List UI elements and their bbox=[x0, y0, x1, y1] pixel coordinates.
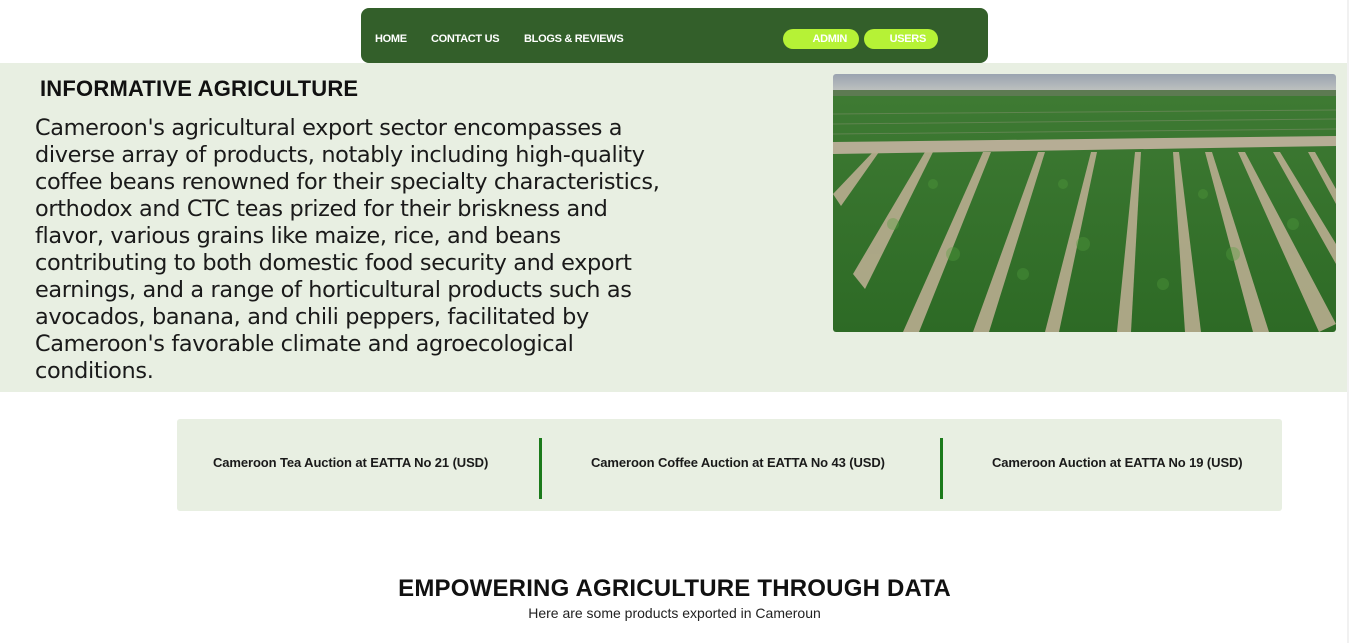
auction-panel: Cameroon Tea Auction at EATTA No 21 (USD… bbox=[177, 419, 1282, 511]
section-subtitle: Here are some products exported in Camer… bbox=[528, 605, 821, 621]
nav-contact-link[interactable]: CONTACT US bbox=[431, 33, 500, 45]
top-navbar: HOME CONTACT US BLOGS & REVIEWS ADMIN US… bbox=[361, 8, 988, 63]
tea-auction-link[interactable]: Cameroon Tea Auction at EATTA No 21 (USD… bbox=[213, 455, 488, 470]
coffee-auction-link[interactable]: Cameroon Coffee Auction at EATTA No 43 (… bbox=[591, 455, 885, 470]
hero-title: INFORMATIVE AGRICULTURE bbox=[40, 76, 359, 101]
section-title: EMPOWERING AGRICULTURE THROUGH DATA bbox=[398, 575, 951, 602]
nav-blogs-link[interactable]: BLOGS & REVIEWS bbox=[524, 33, 624, 45]
auction-divider bbox=[940, 438, 943, 499]
users-button[interactable]: USERS bbox=[864, 29, 938, 49]
auction-divider bbox=[539, 438, 542, 499]
admin-button[interactable]: ADMIN bbox=[783, 29, 859, 49]
nav-home-link[interactable]: HOME bbox=[375, 33, 407, 45]
hero-description: Cameroon's agricultural export sector en… bbox=[35, 115, 660, 384]
farm-field-image bbox=[833, 74, 1336, 332]
general-auction-link[interactable]: Cameroon Auction at EATTA No 19 (USD) bbox=[992, 455, 1243, 470]
hero-section: INFORMATIVE AGRICULTURE Cameroon's agric… bbox=[0, 63, 1349, 392]
